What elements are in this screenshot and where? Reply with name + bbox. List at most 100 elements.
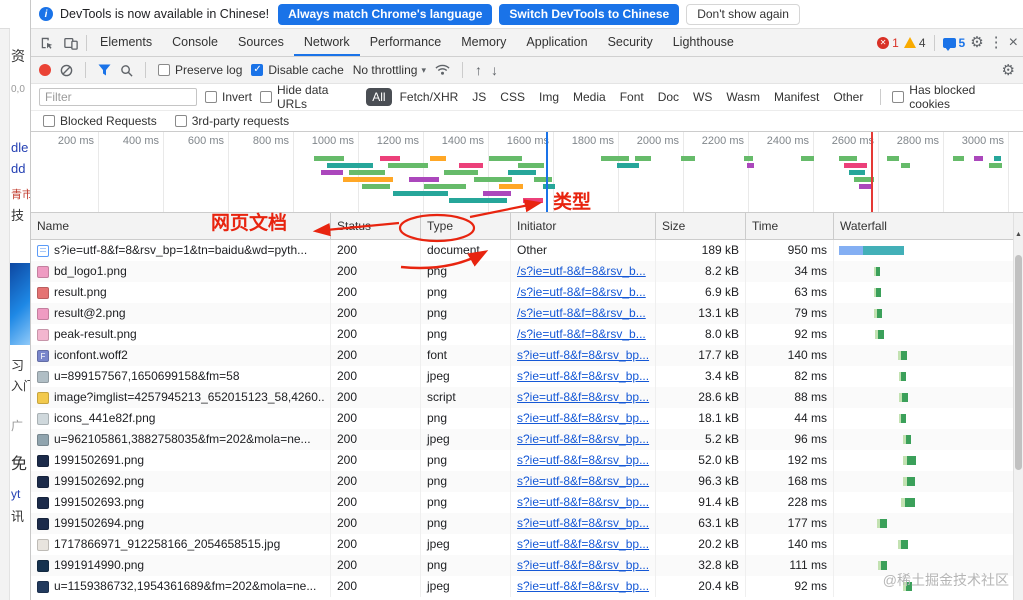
table-row[interactable]: u=899157567,1650699158&fm=58 200 jpeg s?ie=… xyxy=(31,366,1014,387)
initiator-link[interactable]: s?ie=utf-8&f=8&rsv_bp... xyxy=(517,474,649,488)
table-row[interactable]: result@2.png 200 png/s?ie=utf-8&f=8&rsv_b.… xyxy=(31,303,1014,324)
switch-to-chinese-button[interactable]: Switch DevTools to Chinese xyxy=(499,3,680,25)
filter-pill-css[interactable]: CSS xyxy=(494,88,531,106)
column-header-type[interactable]: Type xyxy=(421,213,511,239)
table-row[interactable]: 1991502694.png 200 png s?ie=utf-8&f=8&rsv_b… xyxy=(31,513,1014,534)
table-row[interactable]: image?imglist=4257945213_652015123_58,42… xyxy=(31,387,1014,408)
column-header-status[interactable]: Status xyxy=(331,213,421,239)
initiator-link[interactable]: s?ie=utf-8&f=8&rsv_bp... xyxy=(517,537,649,551)
tab-elements[interactable]: Elements xyxy=(90,29,162,56)
search-icon[interactable] xyxy=(120,64,133,77)
table-row[interactable]: icons_441e82f.png 200 png s?ie=utf-8&f=8&rs… xyxy=(31,408,1014,429)
table-row[interactable]: result.png 200 png/s?ie=utf-8&f=8&rsv_b...… xyxy=(31,282,1014,303)
clear-icon[interactable] xyxy=(60,64,73,77)
filter-pill-manifest[interactable]: Manifest xyxy=(768,88,825,106)
table-row[interactable]: peak-result.png 200 png/s?ie=utf-8&f=8&rsv… xyxy=(31,324,1014,345)
table-row[interactable]: s?ie=utf-8&f=8&rsv_bp=1&tn=baidu&wd=pyth… xyxy=(31,240,1014,261)
table-row[interactable]: Ficonfont.woff2 200 font s?ie=utf-8&f=8&rsv… xyxy=(31,345,1014,366)
tab-console[interactable]: Console xyxy=(162,29,228,56)
initiator-link[interactable]: s?ie=utf-8&f=8&rsv_bp... xyxy=(517,558,649,572)
table-row[interactable]: bd_logo1.png 200 png/s?ie=utf-8&f=8&rsv_b.… xyxy=(31,261,1014,282)
initiator-link[interactable]: s?ie=utf-8&f=8&rsv_bp... xyxy=(517,390,649,404)
dont-show-again-button[interactable]: Don't show again xyxy=(686,3,800,25)
initiator-link[interactable]: /s?ie=utf-8&f=8&rsv_b... xyxy=(517,306,646,320)
always-match-language-button[interactable]: Always match Chrome's language xyxy=(278,3,493,25)
tab-sources[interactable]: Sources xyxy=(228,29,294,56)
filter-pill-media[interactable]: Media xyxy=(567,88,612,106)
hide-data-urls-checkbox[interactable]: Hide data URLs xyxy=(260,83,358,111)
initiator-link[interactable]: s?ie=utf-8&f=8&rsv_bp... xyxy=(517,495,649,509)
disable-cache-checkbox[interactable]: Disable cache xyxy=(251,63,344,77)
tab-lighthouse[interactable]: Lighthouse xyxy=(663,29,744,56)
table-row[interactable]: 1991502692.png 200 png s?ie=utf-8&f=8&rsv_b… xyxy=(31,471,1014,492)
initiator-link[interactable]: s?ie=utf-8&f=8&rsv_bp... xyxy=(517,348,649,362)
settings-gear-icon[interactable]: ⚙ xyxy=(970,35,983,50)
tab-memory[interactable]: Memory xyxy=(451,29,516,56)
cell-status: 200 xyxy=(331,492,421,513)
blocked-requests-checkbox[interactable]: Blocked Requests xyxy=(43,114,157,128)
has-blocked-cookies-checkbox[interactable]: Has blocked cookies xyxy=(892,83,1015,111)
filter-input[interactable] xyxy=(39,88,197,106)
tab-application[interactable]: Application xyxy=(516,29,597,56)
tab-security[interactable]: Security xyxy=(598,29,663,56)
filter-funnel-icon[interactable] xyxy=(98,64,111,76)
export-har-icon[interactable]: ↓ xyxy=(491,62,498,78)
filter-pill-js[interactable]: JS xyxy=(466,88,492,106)
cell-status: 200 xyxy=(331,555,421,576)
table-row[interactable]: u=1159386732,1954361689&fm=202&mola=ne..… xyxy=(31,576,1014,597)
initiator-link[interactable]: /s?ie=utf-8&f=8&rsv_b... xyxy=(517,285,646,299)
column-header-name[interactable]: Name xyxy=(31,213,331,239)
error-badge[interactable]: ✕ 1 xyxy=(877,36,899,50)
preserve-log-checkbox[interactable]: Preserve log xyxy=(158,63,242,77)
table-row[interactable]: 1991914990.png 200 png s?ie=utf-8&f=8&rsv_b… xyxy=(31,555,1014,576)
close-devtools-icon[interactable]: × xyxy=(1009,34,1018,51)
more-options-icon[interactable]: ⋮ xyxy=(989,35,1004,50)
device-toolbar-icon[interactable] xyxy=(59,30,83,56)
filter-pill-fetch-xhr[interactable]: Fetch/XHR xyxy=(394,88,465,106)
tab-network[interactable]: Network xyxy=(293,29,360,56)
table-row[interactable]: 1991502691.png 200 png s?ie=utf-8&f=8&rsv_b… xyxy=(31,450,1014,471)
filter-pill-wasm[interactable]: Wasm xyxy=(720,88,766,106)
invert-checkbox[interactable]: Invert xyxy=(205,90,252,104)
table-scrollbar[interactable]: ▲ xyxy=(1013,213,1023,600)
filter-pill-font[interactable]: Font xyxy=(614,88,650,106)
issues-badge[interactable]: 5 xyxy=(942,36,965,51)
column-header-size[interactable]: Size xyxy=(656,213,746,239)
column-header-waterfall[interactable]: Waterfall xyxy=(834,213,1014,239)
third-party-requests-checkbox[interactable]: 3rd-party requests xyxy=(174,114,289,128)
tab-performance[interactable]: Performance xyxy=(360,29,452,56)
initiator-link[interactable]: s?ie=utf-8&f=8&rsv_bp... xyxy=(517,516,649,530)
table-row[interactable]: u=962105861,3882758035&fm=202&mola=ne...… xyxy=(31,429,1014,450)
initiator-link[interactable]: s?ie=utf-8&f=8&rsv_bp... xyxy=(517,432,649,446)
waterfall-download-bar xyxy=(880,519,887,528)
table-row[interactable]: 1991502693.png 200 png s?ie=utf-8&f=8&rsv_b… xyxy=(31,492,1014,513)
throttling-dropdown[interactable]: No throttling ▾ xyxy=(353,63,426,77)
page-scrollbar[interactable] xyxy=(0,0,10,600)
column-header-time[interactable]: Time xyxy=(746,213,834,239)
page-text-fragment: 资 xyxy=(11,48,25,64)
warning-badge[interactable]: 4 xyxy=(903,36,926,50)
filter-pill-all[interactable]: All xyxy=(366,88,392,106)
filter-pill-ws[interactable]: WS xyxy=(687,88,718,106)
network-conditions-icon[interactable] xyxy=(435,64,450,76)
filter-pill-other[interactable]: Other xyxy=(827,88,869,106)
initiator-link[interactable]: s?ie=utf-8&f=8&rsv_bp... xyxy=(517,579,649,593)
initiator-link[interactable]: /s?ie=utf-8&f=8&rsv_b... xyxy=(517,264,646,278)
initiator-link[interactable]: s?ie=utf-8&f=8&rsv_bp... xyxy=(517,453,649,467)
scrollbar-up-arrow-icon[interactable]: ▲ xyxy=(1014,231,1023,238)
inspect-element-icon[interactable] xyxy=(35,30,59,56)
scrollbar-thumb[interactable] xyxy=(1015,255,1022,470)
initiator-link[interactable]: /s?ie=utf-8&f=8&rsv_b... xyxy=(517,327,646,341)
filter-pill-img[interactable]: Img xyxy=(533,88,565,106)
record-button[interactable] xyxy=(39,64,51,76)
table-row[interactable]: 1717866971_912258166_2054658515.jpg 200 jp… xyxy=(31,534,1014,555)
cell-type: png xyxy=(421,513,511,534)
cell-size: 32.8 kB xyxy=(656,555,746,576)
import-har-icon[interactable]: ↑ xyxy=(475,62,482,78)
column-header-initiator[interactable]: Initiator xyxy=(511,213,656,239)
filter-pill-doc[interactable]: Doc xyxy=(652,88,685,106)
network-settings-gear-icon[interactable]: ⚙ xyxy=(1002,63,1015,78)
network-overview-timeline[interactable]: 200 ms 400 ms 600 ms 800 ms 1000 ms 1200 ms 14… xyxy=(31,132,1023,213)
initiator-link[interactable]: s?ie=utf-8&f=8&rsv_bp... xyxy=(517,411,649,425)
initiator-link[interactable]: s?ie=utf-8&f=8&rsv_bp... xyxy=(517,369,649,383)
